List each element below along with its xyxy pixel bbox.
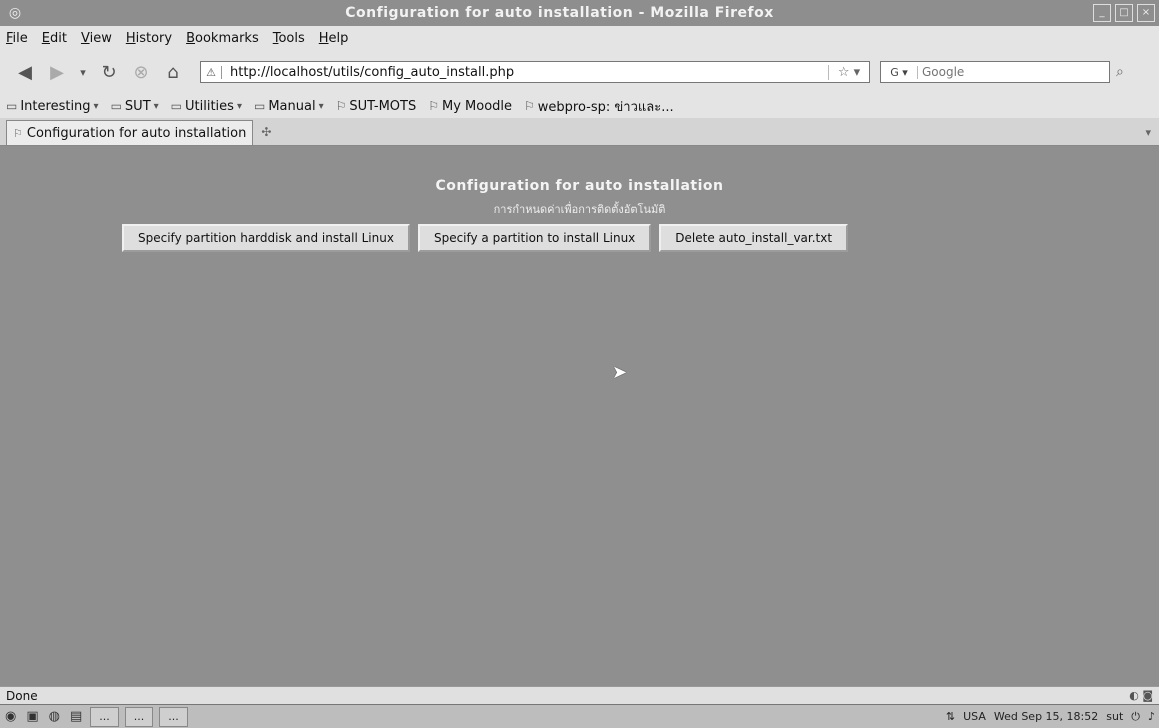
minimize-icon[interactable]: _: [1093, 4, 1111, 22]
bookmark-webpro[interactable]: ⚐ webpro-sp: ข่าวและ...: [524, 96, 674, 117]
tab-config[interactable]: ⚐ Configuration for auto installation: [6, 120, 254, 145]
app-menu-icon[interactable]: ◉: [5, 709, 16, 724]
chevron-down-icon: ▾: [93, 100, 99, 112]
clock[interactable]: Wed Sep 15, 18:52: [994, 710, 1098, 723]
search-bar[interactable]: G ▾: [880, 61, 1110, 83]
menu-bookmarks[interactable]: Bookmarks: [186, 31, 259, 46]
folder-icon: ▭: [6, 99, 18, 113]
page-icon: ⚐: [13, 126, 23, 140]
url-input[interactable]: [228, 63, 828, 81]
bookmark-sut[interactable]: ▭ SUT ▾: [111, 99, 159, 114]
tab-label: Configuration for auto installation: [26, 125, 247, 141]
specify-partition-button[interactable]: Specify a partition to install Linux: [417, 224, 652, 252]
tab-list-icon[interactable]: ▾: [1145, 126, 1151, 139]
page-icon: ⚐: [335, 99, 347, 113]
maximize-icon[interactable]: □: [1115, 4, 1133, 22]
action-buttons: Specify partition harddisk and install L…: [122, 224, 849, 252]
status-text: Done: [6, 688, 38, 703]
url-bar[interactable]: ⚠ ☆ ▾: [200, 61, 870, 83]
folder-icon: ▭: [110, 99, 122, 113]
menu-view[interactable]: View: [81, 31, 112, 46]
menubar: File Edit View History Bookmarks Tools H…: [0, 26, 1159, 50]
bookmark-manual[interactable]: ▭ Manual ▾: [254, 99, 324, 114]
navigation-toolbar: ◀ ▶ ▾ ↻ ⊗ ⌂ ⚠ ☆ ▾ G ▾ ⌕: [0, 50, 1159, 94]
forward-icon[interactable]: ▶: [44, 59, 70, 85]
window-title: Configuration for auto installation - Mo…: [345, 5, 774, 21]
bookmark-label: SUT: [124, 98, 151, 114]
back-icon[interactable]: ◀: [12, 59, 38, 85]
page-content: Configuration for auto installation การก…: [0, 146, 1159, 686]
window-controls: _ □ ×: [1093, 4, 1155, 22]
bookmark-interesting[interactable]: ▭ Interesting ▾: [6, 99, 99, 114]
power-icon[interactable]: ⏻: [1131, 710, 1140, 724]
home-icon[interactable]: ⌂: [160, 59, 186, 85]
menu-file[interactable]: File: [6, 31, 28, 46]
chevron-down-icon: ▾: [236, 100, 242, 112]
new-tab-icon[interactable]: ✣: [261, 125, 271, 139]
menu-edit[interactable]: Edit: [42, 31, 67, 46]
bookmark-label: My Moodle: [442, 98, 513, 114]
window-titlebar[interactable]: ◎ Configuration for auto installation - …: [0, 0, 1159, 26]
page-icon: ⚐: [428, 99, 439, 113]
bookmark-label: Manual: [268, 98, 316, 114]
window-menu-icon[interactable]: ◎: [4, 5, 26, 21]
partition-and-install-button[interactable]: Specify partition harddisk and install L…: [122, 224, 410, 252]
volume-icon[interactable]: ♪: [1148, 710, 1155, 723]
mouse-cursor-icon: ➤: [612, 362, 628, 383]
taskbar-task[interactable]: ...: [90, 706, 119, 727]
menu-help[interactable]: Help: [319, 31, 349, 46]
page-subtitle: การกำหนดค่าเพื่อการติดตั้งอัตโนมัติ: [493, 203, 666, 216]
close-icon[interactable]: ×: [1137, 4, 1155, 22]
file-manager-icon[interactable]: ▤: [70, 709, 82, 724]
reload-icon[interactable]: ↻: [96, 59, 122, 85]
search-input[interactable]: [918, 64, 1109, 80]
browser-icon[interactable]: ◍: [49, 709, 60, 724]
search-engine-icon[interactable]: G ▾: [881, 65, 918, 79]
bookmark-label: Interesting: [20, 98, 91, 114]
delete-var-file-button[interactable]: Delete auto_install_var.txt: [659, 224, 849, 252]
bookmark-sut-mots[interactable]: ⚐ SUT-MOTS: [336, 99, 417, 114]
bookmarks-toolbar: ▭ Interesting ▾ ▭ SUT ▾ ▭ Utilities ▾ ▭ …: [0, 94, 1159, 118]
network-icon[interactable]: ⇅: [946, 710, 955, 723]
bookmark-star-icon[interactable]: ☆ ▾: [828, 64, 869, 80]
taskbar-task[interactable]: ...: [124, 706, 154, 727]
site-identity-icon[interactable]: ⚠: [201, 65, 222, 79]
chevron-down-icon: ▾: [318, 100, 324, 112]
bookmark-my-moodle[interactable]: ⚐ My Moodle: [428, 99, 512, 114]
page-title: Configuration for auto installation: [435, 178, 724, 194]
history-dropdown-icon[interactable]: ▾: [76, 59, 90, 85]
folder-icon: ▭: [170, 99, 183, 113]
search-icon[interactable]: ⌕: [1116, 64, 1124, 80]
tab-bar: ⚐ Configuration for auto installation ✣ …: [0, 118, 1159, 146]
bookmark-label: Utilities: [185, 98, 234, 114]
user-name[interactable]: sut: [1106, 710, 1123, 723]
folder-icon: ▭: [253, 99, 266, 113]
taskbar-task[interactable]: ...: [159, 706, 188, 727]
keyboard-layout[interactable]: USA: [963, 710, 986, 723]
terminal-icon[interactable]: ▣: [26, 709, 38, 724]
stop-icon[interactable]: ⊗: [128, 59, 154, 85]
system-tray: ⇅ USA Wed Sep 15, 18:52 sut ⏻ ♪: [942, 710, 1159, 724]
chevron-down-icon: ▾: [153, 100, 159, 112]
menu-tools[interactable]: Tools: [273, 31, 305, 46]
bookmark-label: webpro-sp: ข่าวและ...: [537, 99, 674, 115]
page-icon: ⚐: [524, 99, 535, 113]
bookmark-label: SUT-MOTS: [349, 98, 417, 114]
menu-history[interactable]: History: [126, 31, 172, 46]
bookmark-utilities[interactable]: ▭ Utilities ▾: [171, 99, 242, 114]
taskbar: ◉ ▣ ◍ ▤ ... ... ... ⇅ USA Wed Sep 15, 18…: [0, 704, 1159, 728]
status-bar: Done ◐ ◙: [0, 686, 1159, 704]
status-addon-icon[interactable]: ◐ ◙: [1129, 689, 1153, 702]
